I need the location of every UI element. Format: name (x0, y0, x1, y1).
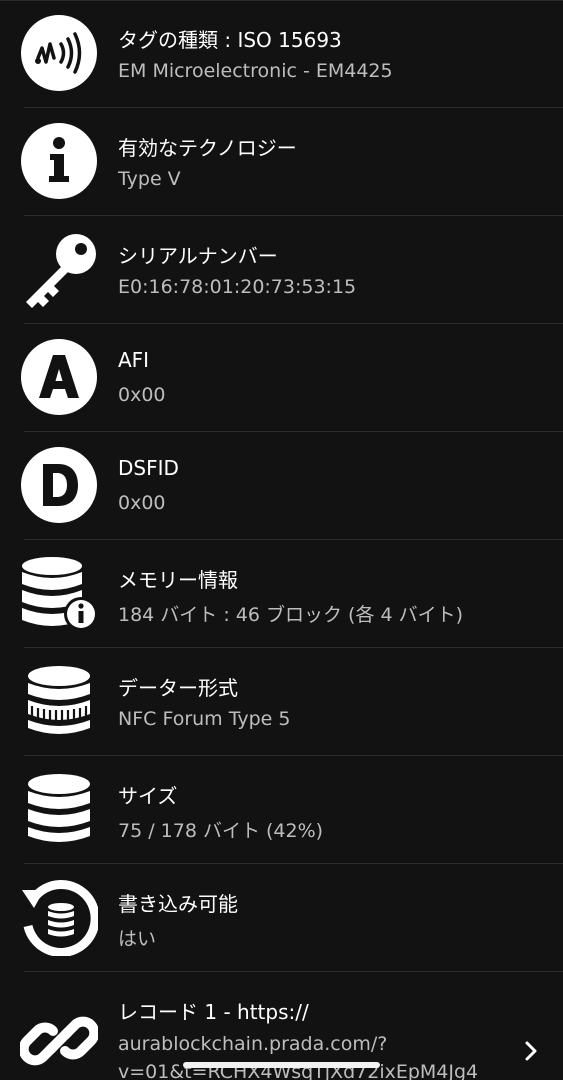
row-tag-type[interactable]: タグの種類 : ISO 15693 EM Microelectronic - E… (0, 0, 563, 108)
chevron-right-icon[interactable] (523, 1040, 539, 1062)
row-title: AFI (118, 348, 150, 372)
key-icon (20, 230, 98, 308)
row-value: 0x00 (118, 384, 166, 406)
row-value: NFC Forum Type 5 (118, 708, 291, 730)
row-memory-info[interactable]: メモリー情報 184 バイト : 46 ブロック (各 4 バイト) (0, 540, 563, 648)
database-icon (20, 770, 98, 848)
row-writable[interactable]: 書き込み可能 はい (0, 864, 563, 972)
row-technology[interactable]: 有効なテクノロジー Type V (0, 108, 563, 216)
row-data-format[interactable]: データー形式 NFC Forum Type 5 (0, 648, 563, 756)
row-title: DSFID (118, 456, 179, 480)
row-value: 0x00 (118, 492, 166, 514)
row-value: aurablockchain.prada.com/?v=01&t=RCHX4Ws… (118, 1033, 479, 1080)
home-indicator[interactable] (183, 1062, 380, 1068)
row-value: はい (118, 928, 157, 950)
row-title: シリアルナンバー (118, 244, 278, 268)
row-afi[interactable]: AFI 0x00 (0, 324, 563, 432)
database-info-icon (20, 554, 98, 632)
row-value: 75 / 178 バイト (42%) (118, 820, 324, 842)
row-title: データー形式 (118, 676, 238, 700)
writable-database-icon (20, 878, 98, 956)
row-dsfid[interactable]: DSFID 0x00 (0, 432, 563, 540)
tag-info-panel: タグの種類 : ISO 15693 EM Microelectronic - E… (0, 0, 563, 1080)
nfc-wave-icon (20, 14, 98, 92)
letter-a-icon (20, 338, 98, 416)
row-value: 184 バイト : 46 ブロック (各 4 バイト) (118, 604, 464, 626)
row-title: メモリー情報 (118, 568, 238, 592)
info-icon (20, 122, 98, 200)
link-icon (20, 1002, 98, 1080)
row-value: Type V (118, 168, 181, 190)
database-format-icon (20, 662, 98, 740)
letter-d-icon (20, 446, 98, 524)
row-title: タグの種類 : ISO 15693 (118, 28, 342, 52)
row-title: レコード 1 - https:// (118, 1000, 309, 1024)
row-size[interactable]: サイズ 75 / 178 バイト (42%) (0, 756, 563, 864)
row-title: 書き込み可能 (118, 892, 238, 916)
row-value: EM Microelectronic - EM4425 (118, 60, 393, 82)
row-title: サイズ (118, 784, 178, 808)
row-title: 有効なテクノロジー (118, 136, 297, 160)
row-value: E0:16:78:01:20:73:53:15 (118, 276, 357, 298)
row-serial-number[interactable]: シリアルナンバー E0:16:78:01:20:73:53:15 (0, 216, 563, 324)
